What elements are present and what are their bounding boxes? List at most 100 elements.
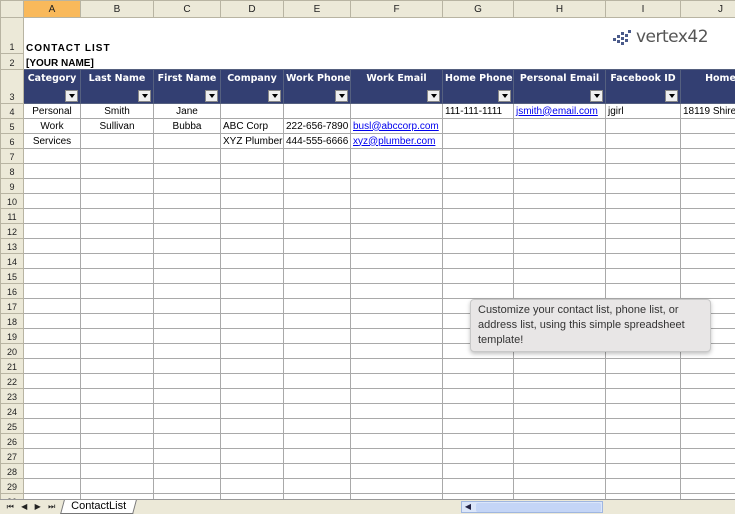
filter-dropdown-icon[interactable] (427, 90, 440, 102)
cell[interactable] (153, 343, 221, 359)
cell[interactable] (220, 373, 284, 389)
cell[interactable] (23, 463, 81, 479)
row-header[interactable]: 15 (0, 268, 24, 284)
cell[interactable] (23, 298, 81, 314)
cell[interactable] (153, 403, 221, 419)
cell[interactable] (220, 328, 284, 344)
cell[interactable] (220, 433, 284, 449)
cell[interactable] (80, 358, 154, 374)
cell[interactable] (153, 268, 221, 284)
first-sheet-icon[interactable]: ⏮ (7, 502, 14, 512)
row-header[interactable]: 13 (0, 238, 24, 254)
cell[interactable]: xyz@plumber.com (350, 133, 443, 149)
cell[interactable] (605, 373, 681, 389)
cell[interactable] (283, 103, 351, 119)
cell[interactable] (153, 463, 221, 479)
cell[interactable] (513, 388, 606, 404)
cell[interactable] (680, 358, 735, 374)
prev-sheet-icon[interactable]: ◀ (21, 502, 27, 512)
cell[interactable] (442, 238, 514, 254)
cell[interactable] (350, 343, 443, 359)
row-header[interactable]: 24 (0, 403, 24, 419)
cell[interactable] (350, 478, 443, 494)
cell[interactable] (680, 223, 735, 239)
cell[interactable] (513, 478, 606, 494)
cell[interactable] (80, 433, 154, 449)
row-header[interactable]: 19 (0, 328, 24, 344)
cell[interactable] (513, 223, 606, 239)
column-heading[interactable]: Last Name (80, 69, 154, 104)
cell[interactable] (513, 148, 606, 164)
cell[interactable] (220, 418, 284, 434)
cell[interactable] (23, 418, 81, 434)
cell[interactable] (23, 223, 81, 239)
cell[interactable] (605, 148, 681, 164)
cell[interactable] (283, 268, 351, 284)
cell[interactable] (680, 118, 735, 134)
cell[interactable] (153, 298, 221, 314)
cell[interactable] (605, 478, 681, 494)
cell[interactable] (283, 148, 351, 164)
cell[interactable] (680, 148, 735, 164)
cell[interactable] (442, 178, 514, 194)
row-header[interactable]: 14 (0, 253, 24, 269)
cell[interactable] (220, 148, 284, 164)
cell[interactable] (283, 178, 351, 194)
cell[interactable] (153, 238, 221, 254)
cell[interactable] (513, 268, 606, 284)
cell[interactable] (153, 388, 221, 404)
cell[interactable] (220, 403, 284, 419)
cell[interactable] (283, 298, 351, 314)
cell[interactable] (220, 298, 284, 314)
cell[interactable] (80, 328, 154, 344)
row-header[interactable]: 7 (0, 148, 24, 164)
cell[interactable] (513, 358, 606, 374)
cell[interactable] (350, 433, 443, 449)
cell[interactable] (350, 223, 443, 239)
cell[interactable] (605, 283, 681, 299)
cell[interactable] (680, 238, 735, 254)
cell[interactable] (442, 448, 514, 464)
cell[interactable] (80, 298, 154, 314)
cell[interactable] (153, 253, 221, 269)
cell[interactable] (80, 133, 154, 149)
cell[interactable] (23, 433, 81, 449)
cell[interactable] (80, 208, 154, 224)
cell[interactable] (442, 283, 514, 299)
filter-dropdown-icon[interactable] (205, 90, 218, 102)
cell[interactable] (513, 193, 606, 209)
cell[interactable] (220, 163, 284, 179)
cell[interactable]: ABC Corp (220, 118, 284, 134)
cell[interactable] (350, 193, 443, 209)
cell[interactable] (283, 328, 351, 344)
column-heading[interactable]: Work Phone (283, 69, 351, 104)
column-header-h[interactable]: H (513, 0, 606, 18)
cell[interactable] (220, 283, 284, 299)
cell[interactable] (283, 238, 351, 254)
cell[interactable] (680, 193, 735, 209)
cell[interactable] (153, 193, 221, 209)
cell[interactable] (605, 418, 681, 434)
cell[interactable] (283, 433, 351, 449)
cell[interactable] (220, 178, 284, 194)
column-header-e[interactable]: E (283, 0, 351, 18)
cell[interactable] (605, 133, 681, 149)
cell[interactable] (350, 238, 443, 254)
cell[interactable] (605, 433, 681, 449)
cell[interactable] (605, 463, 681, 479)
column-header-i[interactable]: I (605, 0, 681, 18)
cell[interactable] (80, 163, 154, 179)
cell[interactable] (80, 313, 154, 329)
cell[interactable] (350, 403, 443, 419)
cell[interactable] (23, 268, 81, 284)
cell[interactable] (350, 148, 443, 164)
cell[interactable] (80, 463, 154, 479)
row-header[interactable]: 3 (0, 69, 24, 104)
cell[interactable]: jgirl (605, 103, 681, 119)
cell[interactable] (513, 463, 606, 479)
cell[interactable] (350, 313, 443, 329)
cell[interactable] (513, 118, 606, 134)
column-header-a[interactable]: A (23, 0, 81, 18)
cell[interactable] (153, 163, 221, 179)
cell[interactable] (153, 433, 221, 449)
